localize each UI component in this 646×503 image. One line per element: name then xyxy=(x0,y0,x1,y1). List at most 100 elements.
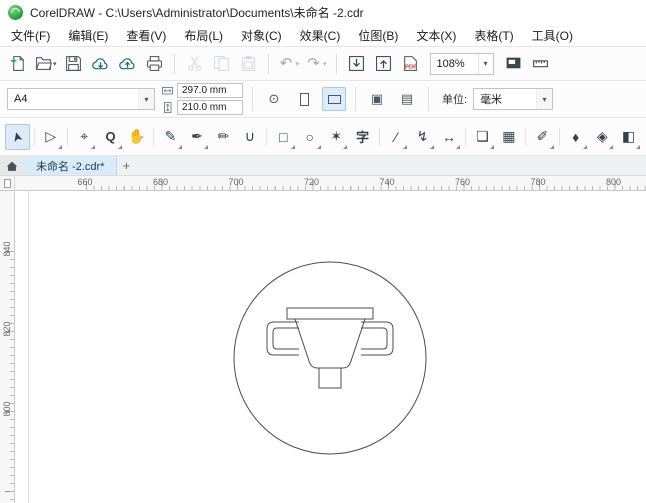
new-tab-button[interactable]: + xyxy=(117,156,135,175)
bezier-tool[interactable]: ✒ xyxy=(185,124,209,150)
cut-button[interactable] xyxy=(182,51,207,77)
export-icon xyxy=(375,55,392,72)
pick-tool[interactable]: ➤ xyxy=(5,123,30,150)
horizontal-ruler-number: 760 xyxy=(454,177,471,187)
page-width-icon xyxy=(161,84,174,97)
fullscreen-preview-button[interactable] xyxy=(501,51,526,77)
coreldraw-logo-icon xyxy=(8,4,23,20)
import-button[interactable] xyxy=(344,51,369,77)
import-icon xyxy=(348,55,365,72)
open-folder-icon xyxy=(35,55,52,72)
connector-tool[interactable]: ↯ xyxy=(410,124,435,150)
shape-tool[interactable]: ▷ xyxy=(38,124,63,150)
print-button[interactable] xyxy=(142,51,167,77)
chevron-down-icon: ▾ xyxy=(323,60,327,68)
menu-table[interactable]: 表格(T) xyxy=(465,24,522,46)
transparency-tool[interactable]: ▦ xyxy=(497,124,521,150)
polygon-tool-icon: ✶ xyxy=(330,128,343,144)
line-tool[interactable]: ∕ xyxy=(384,124,408,150)
publish-pdf-button[interactable]: PDF xyxy=(398,51,423,77)
polygon-tool[interactable]: ✶ xyxy=(324,124,348,150)
menu-object[interactable]: 对象(C) xyxy=(232,24,291,46)
dimension-tool[interactable]: ↔ xyxy=(437,124,461,150)
menu-bitmaps[interactable]: 位图(B) xyxy=(349,24,407,46)
drop-shadow-tool-icon: ❏ xyxy=(476,128,489,144)
outline-pen-tool[interactable]: ♦ xyxy=(564,124,588,150)
menu-bar: 文件(F) 编辑(E) 查看(V) 布局(L) 对象(C) 效果(C) 位图(B) 文本(X)… xyxy=(0,24,646,47)
rectangle-tool[interactable]: □ xyxy=(271,124,295,150)
toolbox-separator xyxy=(153,127,155,146)
toolbar-separator xyxy=(267,53,269,74)
toolbox-separator xyxy=(525,127,527,146)
units-select[interactable]: 毫米 ▾ xyxy=(473,88,554,110)
page-size-select[interactable]: A4 ▾ xyxy=(7,88,155,110)
units-value: 毫米 xyxy=(480,94,503,106)
open-document-button[interactable]: ▾ xyxy=(33,51,59,77)
menu-layout[interactable]: 布局(L) xyxy=(175,24,232,46)
drawing-cup-rim[interactable] xyxy=(286,307,374,320)
menu-file[interactable]: 文件(F) xyxy=(2,24,59,46)
rectangle-tool-icon: □ xyxy=(279,128,288,145)
redo-button[interactable]: ↷ ▾ xyxy=(303,51,329,77)
drawing-base-square[interactable] xyxy=(318,367,342,389)
page-dimensions: 297.0 mm 210.0 mm xyxy=(161,83,243,115)
property-bar: A4 ▾ 297.0 mm 210.0 mm ⊙ ▣ ▤ 单位: 毫米 ▾ xyxy=(0,81,646,118)
ellipse-tool-icon: ○ xyxy=(305,128,314,145)
interactive-fill-tool-icon: ◧ xyxy=(622,128,636,144)
standard-toolbar: ▾ ↶ ▾ ↷ ▾ PDF 108% ▾ xyxy=(0,47,646,81)
eyedropper-tool[interactable]: ✐ xyxy=(530,124,554,150)
landscape-button[interactable] xyxy=(322,87,346,111)
show-rulers-button[interactable] xyxy=(528,51,553,77)
save-button[interactable] xyxy=(61,51,86,77)
page-options-button[interactable]: ⊙ xyxy=(262,87,286,111)
crop-tool[interactable]: ⌖ xyxy=(72,124,96,150)
apply-all-pages-button[interactable]: ▣ xyxy=(365,87,389,111)
page-height-field[interactable]: 210.0 mm xyxy=(177,100,243,115)
paste-button[interactable] xyxy=(236,51,261,77)
fill-tool[interactable]: ◈ xyxy=(590,124,614,150)
home-button[interactable] xyxy=(0,156,24,175)
menu-edit[interactable]: 编辑(E) xyxy=(59,24,117,46)
bspline-tool[interactable]: ∪ xyxy=(238,124,262,150)
save-to-cloud-button[interactable] xyxy=(115,51,140,77)
new-document-button[interactable] xyxy=(6,51,31,77)
interactive-fill-tool[interactable]: ◧ xyxy=(616,124,641,150)
ruler-icon xyxy=(532,55,549,72)
open-from-cloud-button[interactable] xyxy=(88,51,113,77)
menu-text[interactable]: 文本(X) xyxy=(407,24,465,46)
document-tab[interactable]: 未命名 -2.cdr* xyxy=(24,156,118,175)
export-button[interactable] xyxy=(371,51,396,77)
drawing-layer xyxy=(28,191,427,503)
copy-button[interactable] xyxy=(209,51,234,77)
copy-icon xyxy=(213,55,230,72)
text-tool[interactable]: 字 xyxy=(350,124,374,150)
page-width-field[interactable]: 297.0 mm xyxy=(177,83,243,98)
undo-button[interactable]: ↶ ▾ xyxy=(276,51,302,77)
paste-icon xyxy=(240,55,257,72)
propbar-separator xyxy=(252,87,253,111)
chevron-down-icon: ▾ xyxy=(477,53,493,74)
zoom-tool[interactable]: Q xyxy=(98,124,123,150)
freehand-tool[interactable]: ✎ xyxy=(158,124,183,150)
zoom-level-combobox[interactable]: 108% ▾ xyxy=(429,52,494,75)
dimension-tool-icon: ↔ xyxy=(441,128,456,145)
portrait-button[interactable] xyxy=(292,87,316,111)
horizontal-ruler-number: 780 xyxy=(530,177,546,187)
horizontal-ruler[interactable]: 660 680 700 720 740 760 780 800 xyxy=(15,176,646,191)
canvas[interactable] xyxy=(15,191,646,503)
vertical-ruler[interactable]: 840 820 800 xyxy=(0,191,15,503)
apply-current-page-button[interactable]: ▤ xyxy=(395,87,419,111)
all-pages-icon: ▣ xyxy=(370,91,384,106)
current-page-icon: ▤ xyxy=(400,91,414,106)
menu-tools[interactable]: 工具(O) xyxy=(523,24,582,46)
pan-tool[interactable]: ✋ xyxy=(125,124,149,150)
menu-effects[interactable]: 效果(C) xyxy=(291,24,350,46)
fullscreen-icon xyxy=(505,55,522,72)
ruler-origin-button[interactable] xyxy=(0,176,15,191)
drop-shadow-tool[interactable]: ❏ xyxy=(470,124,495,150)
ellipse-tool[interactable]: ○ xyxy=(298,124,322,150)
svg-text:PDF: PDF xyxy=(405,64,417,70)
pen-tool[interactable]: ✏ xyxy=(211,124,235,150)
page-size-value: A4 xyxy=(14,93,28,105)
menu-view[interactable]: 查看(V) xyxy=(117,24,175,46)
